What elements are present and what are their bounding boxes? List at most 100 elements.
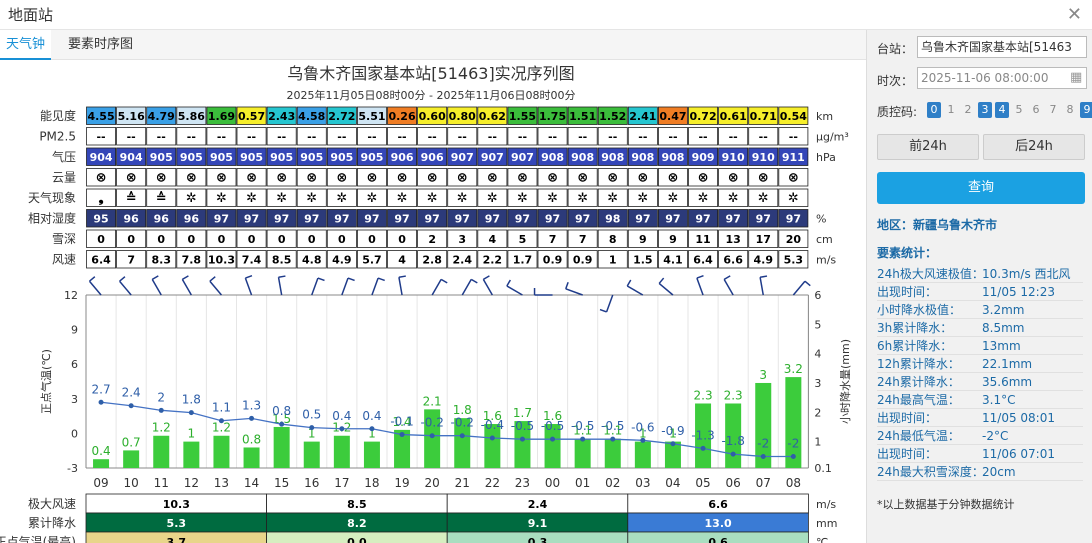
table-cell-value: ⊗ [698, 171, 709, 186]
table-cell-value: 2.2 [483, 254, 503, 267]
bottom-row-label: 累计降水 [28, 516, 76, 530]
time-input[interactable]: 2025-11-06 08:00:00 [917, 67, 1087, 89]
next-24h-button[interactable]: 后24h [983, 134, 1085, 160]
hour-tick-label: 17 [334, 476, 349, 490]
qc-code-1[interactable]: 1 [944, 102, 958, 118]
row-label: 能见度 [40, 108, 76, 123]
hour-tick-label: 09 [93, 476, 108, 490]
row-unit: km [816, 110, 833, 123]
temperature-point [188, 410, 194, 416]
table-cell-value: ≙ [156, 191, 167, 206]
qc-code-4[interactable]: 4 [995, 102, 1009, 118]
row-unit: μg/m³ [816, 131, 849, 144]
right-tick-label: 6 [814, 289, 821, 302]
temperature-point [98, 399, 104, 405]
precip-bar-label: 3 [759, 368, 767, 382]
stat-key: 12h累计降水： [877, 357, 960, 371]
bottom-cell-value: 0.6 [708, 536, 728, 543]
table-cell-value: 5.16 [118, 110, 145, 123]
hour-tick-label: 18 [364, 476, 379, 490]
table-cell-value: 4.9 [754, 254, 774, 267]
table-cell-value: 910 [722, 151, 745, 164]
table-cell-value: -- [397, 131, 406, 144]
bottom-cell-value: 10.3 [163, 498, 190, 511]
qc-code-0[interactable]: 0 [927, 102, 941, 118]
qc-code-7[interactable]: 7 [1046, 102, 1060, 118]
table-cell-value: 908 [571, 151, 594, 164]
temperature-label: -1.8 [721, 434, 744, 448]
table-cell-value: 904 [120, 151, 143, 164]
table-cell-value: 97 [455, 213, 470, 226]
chart-area: 乌鲁木齐国家基本站[51463]实况序列图 2025年11月05日08时00分 -… [0, 60, 866, 543]
table-cell-value: -- [187, 131, 196, 144]
table-cell-value: 908 [541, 151, 564, 164]
close-icon[interactable]: ✕ [1067, 4, 1082, 25]
table-cell-value: ≙ [126, 191, 137, 206]
temperature-label: -0.2 [451, 416, 474, 430]
table-cell-value: 4.58 [298, 110, 325, 123]
row-label: 天气现象 [28, 190, 76, 205]
temperature-point [128, 403, 134, 409]
qc-code-8[interactable]: 8 [1063, 102, 1077, 118]
table-cell-value: 97 [424, 213, 439, 226]
table-cell-value: 97 [274, 213, 289, 226]
table-cell-value: 2.43 [268, 110, 295, 123]
qc-code-2[interactable]: 2 [961, 102, 975, 118]
row-label: 相对湿度 [28, 211, 76, 226]
query-button[interactable]: 查询 [877, 172, 1085, 204]
temperature-point [218, 418, 224, 424]
precip-bar [243, 447, 260, 468]
table-cell-value: 1.69 [208, 110, 235, 123]
table-cell-value: 97 [545, 213, 560, 226]
table-cell-value: 0 [308, 233, 316, 246]
table-cell-value: 0.57 [238, 110, 265, 123]
tab-weather-clock[interactable]: 天气钟 [0, 30, 52, 60]
table-cell-value: 905 [300, 151, 323, 164]
stat-row: 24h极大风速极值： 10.3m/s 西北风 [877, 265, 1083, 283]
calendar-icon[interactable]: ▦ [1070, 70, 1082, 85]
qc-code-9[interactable]: 9 [1080, 102, 1092, 118]
region-text: 地区：新疆乌鲁木齐市 [877, 218, 998, 232]
qc-code-3[interactable]: 3 [978, 102, 992, 118]
app-title: 地面站 [8, 6, 54, 24]
wind-barb [311, 277, 319, 296]
chart-subtitle: 2025年11月05日08时00分 - 2025年11月06日08时00分 [287, 88, 576, 102]
qc-code-6[interactable]: 6 [1029, 102, 1043, 118]
table-cell-value: 7 [549, 233, 557, 246]
stat-row: 24h最高气温： 3.1°C [877, 391, 1083, 409]
stat-key: 24h极大风速极值： [877, 267, 984, 281]
tab-element-timeseries[interactable]: 要素时序图 [62, 30, 139, 60]
table-cell-value: -- [518, 131, 527, 144]
table-cell-value: ⊗ [667, 171, 678, 186]
precip-bar-label: 0.8 [242, 432, 261, 446]
stat-key: 24h最低气温： [877, 429, 960, 443]
station-input[interactable]: 乌鲁木齐国家基本站[51463 [917, 36, 1087, 58]
right-tick-label: 4 [814, 348, 821, 361]
table-cell-value: -- [247, 131, 256, 144]
wind-barb [723, 279, 734, 296]
row-label: 气压 [52, 149, 76, 164]
table-cell-value: 4.55 [87, 110, 114, 123]
table-cell-value: ✲ [698, 191, 709, 206]
wind-barb [181, 279, 192, 296]
stat-value: 10.3m/s 西北风 [982, 267, 1071, 281]
table-cell-value: 905 [360, 151, 383, 164]
table-cell-value: 909 [692, 151, 715, 164]
table-cell-value: 97 [756, 213, 771, 226]
temperature-point [489, 435, 495, 441]
temperature-label: -2 [757, 436, 769, 450]
stat-row: 出现时间： 11/05 08:01 [877, 409, 1083, 427]
table-cell-value: 4.1 [663, 254, 683, 267]
table-cell-value: ✲ [246, 191, 257, 206]
table-cell-value: -- [217, 131, 226, 144]
table-cell-value: -- [638, 131, 647, 144]
prev-24h-button[interactable]: 前24h [877, 134, 979, 160]
precip-bar-label: 1 [188, 427, 196, 441]
qc-code-5[interactable]: 5 [1012, 102, 1026, 118]
table-cell-value: 4.8 [302, 254, 322, 267]
table-cell-value: ✲ [728, 191, 739, 206]
precip-bar [153, 435, 170, 468]
wind-barb [209, 280, 223, 296]
stat-row: 3h累计降水： 8.5mm [877, 319, 1083, 337]
precip-bar [363, 441, 380, 468]
